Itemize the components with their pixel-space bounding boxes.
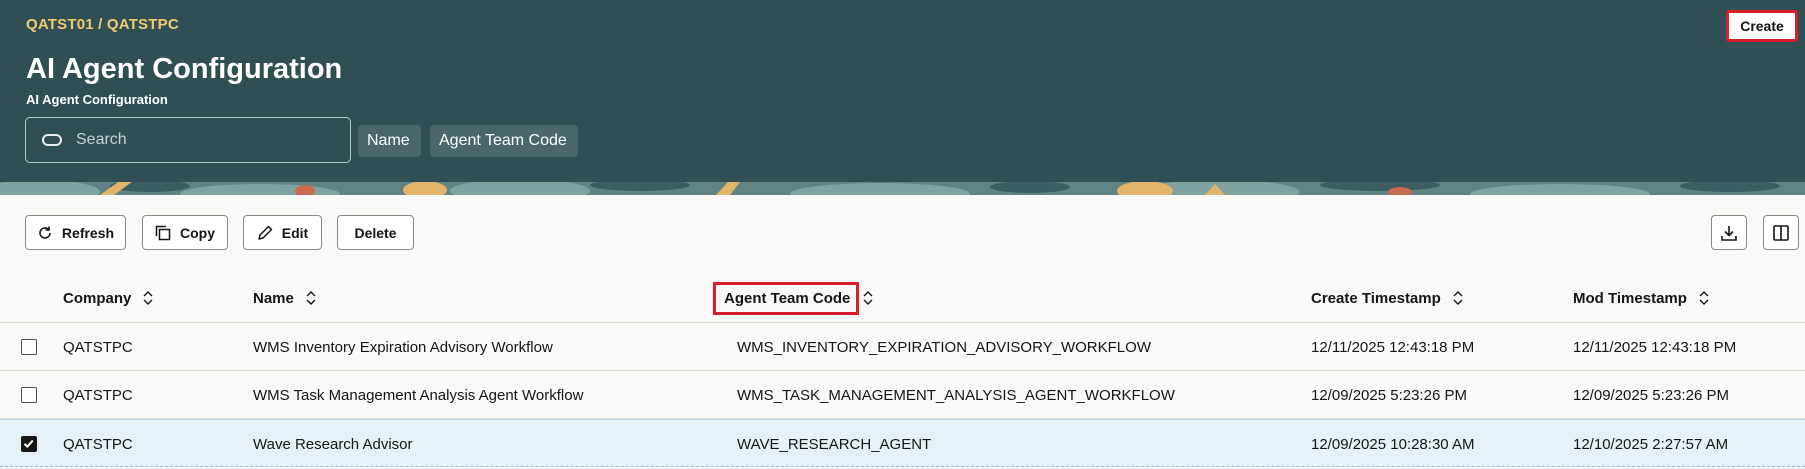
- page-title: AI Agent Configuration: [26, 53, 343, 85]
- create-button[interactable]: Create: [1726, 10, 1798, 42]
- column-header-label: Agent Team Code: [713, 281, 860, 315]
- pencil-icon: [258, 225, 273, 240]
- edit-button[interactable]: Edit: [243, 215, 322, 250]
- cell-mod-timestamp: 12/09/2025 5:23:26 PM: [1573, 386, 1729, 404]
- cell-create-timestamp: 12/09/2025 10:28:30 AM: [1311, 435, 1475, 453]
- refresh-icon: [39, 226, 51, 239]
- columns-button[interactable]: [1763, 215, 1799, 250]
- cell-agent-team-code: WMS_INVENTORY_EXPIRATION_ADVISORY_WORKFL…: [737, 338, 1151, 356]
- copy-label: Copy: [180, 224, 215, 241]
- table-row-selected[interactable]: QATSTPC Wave Research Advisor WAVE_RESEA…: [0, 419, 1805, 467]
- sort-icon: [143, 291, 153, 305]
- row-checkbox[interactable]: [21, 339, 37, 355]
- column-header-create-timestamp[interactable]: Create Timestamp: [1311, 273, 1463, 323]
- decorative-banner: [0, 182, 1805, 195]
- edit-label: Edit: [281, 224, 309, 241]
- page-header: QATST01 / QATSTPC AI Agent Configuration…: [0, 0, 1805, 195]
- column-header-label: Name: [253, 289, 294, 307]
- column-header-agent-team-code[interactable]: Agent Team Code: [713, 273, 873, 323]
- search-input[interactable]: [76, 131, 316, 149]
- table-header: Company Name Agent Team Code Create Time…: [0, 273, 1805, 323]
- table-row[interactable]: QATSTPC WMS Task Management Analysis Age…: [0, 371, 1805, 419]
- cell-mod-timestamp: 12/10/2025 2:27:57 AM: [1573, 435, 1729, 453]
- page-subtitle: AI Agent Configuration: [26, 92, 168, 107]
- copy-button[interactable]: Copy: [142, 215, 228, 250]
- search-icon: [42, 134, 62, 146]
- row-checkbox[interactable]: [21, 387, 37, 403]
- column-header-name[interactable]: Name: [253, 273, 316, 323]
- cell-name: Wave Research Advisor: [253, 435, 413, 453]
- cell-name: WMS Task Management Analysis Agent Workf…: [253, 386, 584, 404]
- search-box[interactable]: [25, 117, 351, 163]
- column-header-label: Create Timestamp: [1311, 289, 1441, 307]
- copy-icon: [155, 225, 171, 240]
- cell-create-timestamp: 12/09/2025 5:23:26 PM: [1311, 386, 1467, 404]
- cell-mod-timestamp: 12/11/2025 12:43:18 PM: [1573, 338, 1737, 356]
- column-header-company[interactable]: Company: [63, 273, 153, 323]
- delete-label: Delete: [354, 224, 397, 241]
- cell-create-timestamp: 12/11/2025 12:43:18 PM: [1311, 338, 1475, 356]
- agent-config-table: Company Name Agent Team Code Create Time…: [0, 273, 1805, 467]
- breadcrumb[interactable]: QATST01 / QATSTPC: [26, 16, 179, 33]
- column-header-label: Mod Timestamp: [1573, 289, 1687, 307]
- cell-agent-team-code: WAVE_RESEARCH_AGENT: [737, 435, 932, 453]
- table-row[interactable]: QATSTPC WMS Inventory Expiration Advisor…: [0, 323, 1805, 371]
- filter-chip-name[interactable]: Name: [358, 125, 421, 157]
- columns-icon: [1773, 224, 1789, 241]
- filter-chip-agent-team-code[interactable]: Agent Team Code: [430, 125, 578, 157]
- column-header-mod-timestamp[interactable]: Mod Timestamp: [1573, 273, 1709, 323]
- download-button[interactable]: [1711, 215, 1747, 250]
- sort-icon: [1453, 291, 1463, 305]
- column-header-label: Company: [63, 289, 132, 307]
- refresh-label: Refresh: [61, 224, 115, 241]
- refresh-button[interactable]: Refresh: [25, 215, 126, 250]
- delete-button[interactable]: Delete: [337, 215, 414, 250]
- cell-name: WMS Inventory Expiration Advisory Workfl…: [253, 338, 553, 356]
- sort-icon: [1699, 291, 1709, 305]
- row-checkbox[interactable]: [21, 436, 37, 452]
- sort-icon: [863, 291, 873, 305]
- cell-company: QATSTPC: [63, 338, 133, 356]
- sort-icon: [306, 291, 316, 305]
- download-icon: [1721, 225, 1737, 241]
- cell-agent-team-code: WMS_TASK_MANAGEMENT_ANALYSIS_AGENT_WORKF…: [737, 386, 1175, 404]
- cell-company: QATSTPC: [63, 435, 133, 453]
- cell-company: QATSTPC: [63, 386, 133, 404]
- checkmark-icon: [23, 439, 34, 449]
